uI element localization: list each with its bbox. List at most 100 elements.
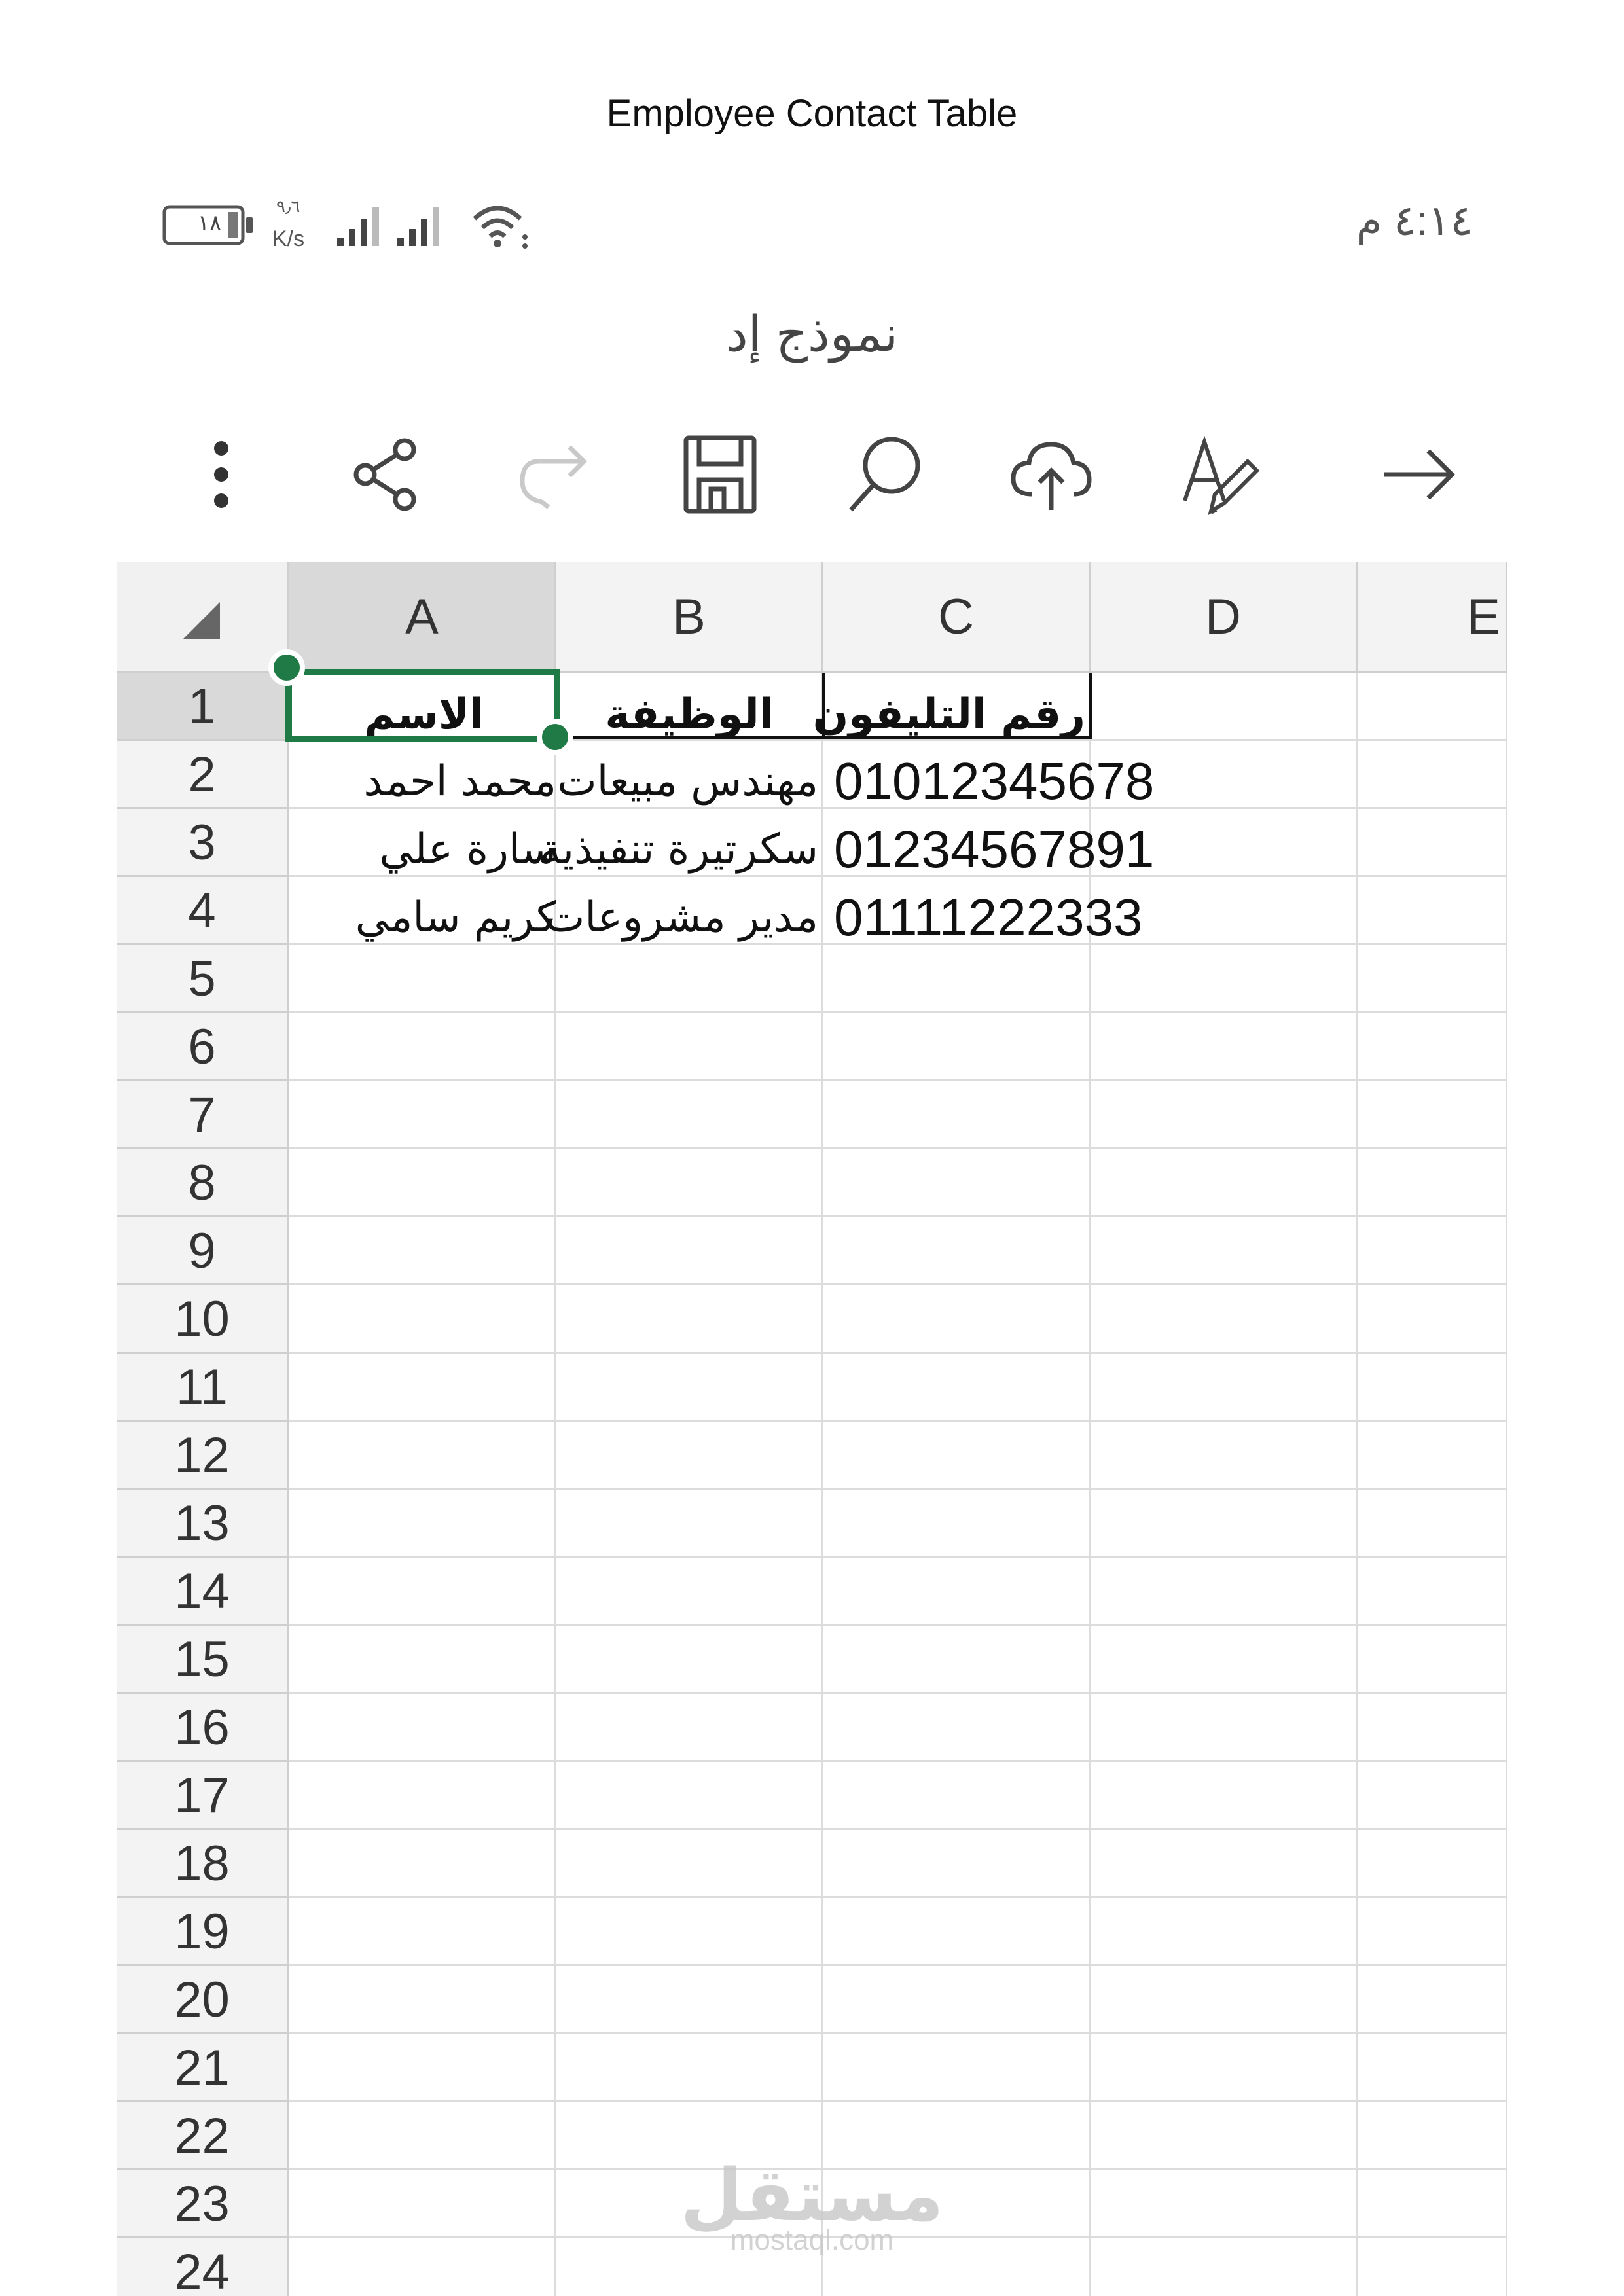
- grid-cell[interactable]: [556, 945, 823, 1013]
- grid-cell[interactable]: [823, 1762, 1091, 1830]
- grid-cell[interactable]: [823, 1081, 1091, 1149]
- row-header-2[interactable]: 2: [117, 741, 289, 809]
- grid-cell[interactable]: [1091, 673, 1358, 741]
- grid-cell[interactable]: [556, 1013, 823, 1081]
- cell-selection-frame[interactable]: [285, 669, 560, 742]
- row-header-7[interactable]: 7: [117, 1081, 289, 1149]
- cell-b4[interactable]: مدير مشروعات: [545, 885, 818, 950]
- grid-cell[interactable]: [1358, 741, 1507, 809]
- grid-cell[interactable]: [823, 1626, 1091, 1694]
- more-icon[interactable]: [175, 429, 267, 520]
- grid-cell[interactable]: [289, 1285, 556, 1354]
- cell-c3[interactable]: 01234567891: [834, 817, 1154, 882]
- grid-cell[interactable]: [289, 1490, 556, 1558]
- grid-cell[interactable]: [1358, 1830, 1507, 1898]
- column-header-c[interactable]: C: [823, 562, 1091, 673]
- row-header-6[interactable]: 6: [117, 1013, 289, 1081]
- redo-icon[interactable]: [509, 429, 601, 520]
- cell-a3[interactable]: سارة علي: [352, 817, 556, 882]
- search-icon[interactable]: [838, 429, 929, 520]
- grid-cell[interactable]: [1091, 1149, 1358, 1217]
- grid-cell[interactable]: [556, 1762, 823, 1830]
- grid-cell[interactable]: [289, 1966, 556, 2034]
- spreadsheet-grid[interactable]: A B C D E 1 2 3 4 5 6 7 8 9 10 11 12 13 14 15 16 17 18 19 2…: [117, 562, 1507, 2296]
- row-header-3[interactable]: 3: [117, 809, 289, 877]
- row-header-9[interactable]: 9: [117, 1217, 289, 1285]
- grid-cell[interactable]: [1358, 1762, 1507, 1830]
- row-header-21[interactable]: 21: [117, 2034, 289, 2102]
- row-header-8[interactable]: 8: [117, 1149, 289, 1217]
- row-header-17[interactable]: 17: [117, 1762, 289, 1830]
- grid-cell[interactable]: [556, 1490, 823, 1558]
- grid-cell[interactable]: [556, 1081, 823, 1149]
- grid-cell[interactable]: [823, 1285, 1091, 1354]
- grid-cell[interactable]: [556, 2034, 823, 2102]
- grid-cell[interactable]: [1091, 1966, 1358, 2034]
- grid-cell[interactable]: [823, 1149, 1091, 1217]
- grid-cell[interactable]: [1358, 2034, 1507, 2102]
- grid-cell[interactable]: [1091, 1422, 1358, 1490]
- grid-cell[interactable]: [823, 1830, 1091, 1898]
- grid-cell[interactable]: [1358, 1966, 1507, 2034]
- grid-cell[interactable]: [1358, 877, 1507, 945]
- cell-b2[interactable]: مهندس مبيعات: [556, 749, 818, 814]
- grid-cell[interactable]: [556, 1830, 823, 1898]
- grid-cell[interactable]: [556, 1966, 823, 2034]
- grid-cell[interactable]: [556, 1626, 823, 1694]
- grid-cell[interactable]: [289, 945, 556, 1013]
- grid-cell[interactable]: [1358, 1217, 1507, 1285]
- selection-handle-top-left[interactable]: [268, 649, 305, 686]
- column-header-e[interactable]: E: [1358, 562, 1507, 673]
- arrow-right-icon[interactable]: [1373, 429, 1465, 520]
- grid-cell[interactable]: [1358, 1354, 1507, 1422]
- grid-cell[interactable]: [823, 1490, 1091, 1558]
- row-header-10[interactable]: 10: [117, 1285, 289, 1354]
- grid-cell[interactable]: [556, 1217, 823, 1285]
- grid-cell[interactable]: [823, 1354, 1091, 1422]
- row-header-12[interactable]: 12: [117, 1422, 289, 1490]
- row-header-11[interactable]: 11: [117, 1354, 289, 1422]
- grid-cell[interactable]: [289, 1626, 556, 1694]
- grid-cell[interactable]: [1358, 1694, 1507, 1762]
- grid-cell[interactable]: [1358, 1490, 1507, 1558]
- grid-cell[interactable]: [1091, 2034, 1358, 2102]
- grid-cell[interactable]: [823, 1422, 1091, 1490]
- cell-a2[interactable]: محمد احمد: [352, 749, 556, 814]
- grid-cell[interactable]: [1358, 1013, 1507, 1081]
- grid-cell[interactable]: [1358, 1558, 1507, 1626]
- grid-cell[interactable]: [1358, 945, 1507, 1013]
- row-header-13[interactable]: 13: [117, 1490, 289, 1558]
- grid-cell[interactable]: [823, 1966, 1091, 2034]
- grid-cell[interactable]: [823, 1558, 1091, 1626]
- grid-cell[interactable]: [289, 1558, 556, 1626]
- grid-cell[interactable]: [1091, 1013, 1358, 1081]
- grid-cell[interactable]: [289, 1422, 556, 1490]
- row-header-18[interactable]: 18: [117, 1830, 289, 1898]
- grid-cell[interactable]: [1358, 673, 1507, 741]
- grid-cell[interactable]: [1091, 1354, 1358, 1422]
- cell-b3[interactable]: سكرتيرة تنفيذية: [540, 817, 818, 882]
- cell-c4[interactable]: 01111222333: [834, 885, 1143, 950]
- grid-cell[interactable]: [823, 1217, 1091, 1285]
- row-header-1[interactable]: 1: [117, 673, 289, 741]
- grid-cell[interactable]: [1091, 1285, 1358, 1354]
- grid-cell[interactable]: [823, 1694, 1091, 1762]
- row-header-16[interactable]: 16: [117, 1694, 289, 1762]
- grid-cell[interactable]: [1358, 1422, 1507, 1490]
- select-all-corner[interactable]: [117, 562, 289, 673]
- grid-cell[interactable]: [1358, 1285, 1507, 1354]
- grid-cell[interactable]: [1091, 1490, 1358, 1558]
- grid-cell[interactable]: [1358, 1898, 1507, 1966]
- grid-cell[interactable]: [556, 1354, 823, 1422]
- grid-cell[interactable]: [1091, 945, 1358, 1013]
- grid-cell[interactable]: [289, 1694, 556, 1762]
- grid-cell[interactable]: [289, 1830, 556, 1898]
- grid-cell[interactable]: [1091, 1558, 1358, 1626]
- format-icon[interactable]: [1172, 429, 1263, 520]
- cell-a4[interactable]: كريم سامي: [352, 885, 556, 950]
- grid-cell[interactable]: [289, 1081, 556, 1149]
- grid-cell[interactable]: [289, 1898, 556, 1966]
- grid-cell[interactable]: [823, 1898, 1091, 1966]
- share-icon[interactable]: [339, 429, 431, 520]
- grid-cell[interactable]: [823, 945, 1091, 1013]
